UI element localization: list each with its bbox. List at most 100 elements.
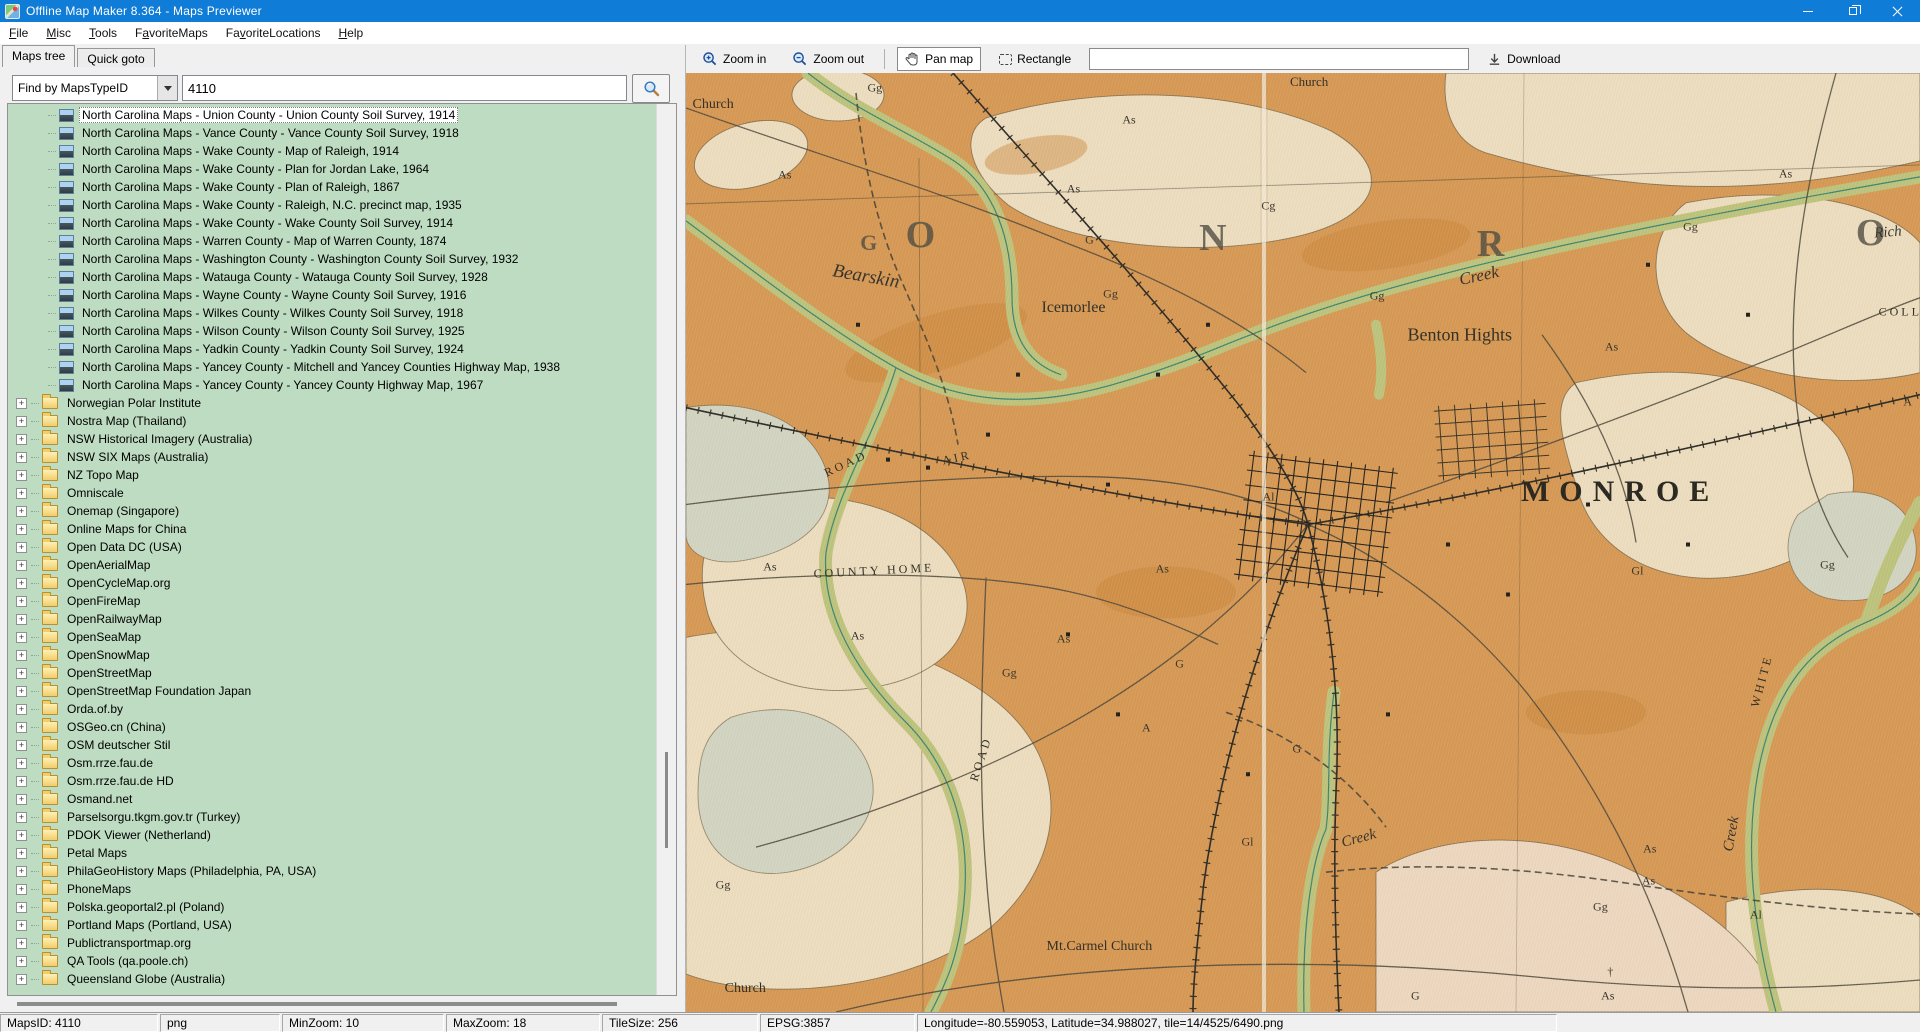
expand-plus-icon[interactable] [16,722,27,733]
tree-item[interactable]: PDOK Viewer (Netherland) [8,826,656,844]
expand-plus-icon[interactable] [16,812,27,823]
tree-item[interactable]: Portland Maps (Portland, USA) [8,916,656,934]
expand-plus-icon[interactable] [16,704,27,715]
tree-item[interactable]: OpenStreetMap Foundation Japan [8,682,656,700]
expand-plus-icon[interactable] [16,902,27,913]
tree-item[interactable]: OpenCycleMap.org [8,574,656,592]
expand-plus-icon[interactable] [16,668,27,679]
tree-item[interactable]: Omniscale [8,484,656,502]
tree-item[interactable]: North Carolina Maps - Yadkin County - Ya… [8,340,656,358]
tree-item[interactable]: North Carolina Maps - Wake County - Rale… [8,196,656,214]
tree-vertical-scrollbar[interactable] [656,104,676,995]
tree-item[interactable]: OSM deutscher Stil [8,736,656,754]
expand-plus-icon[interactable] [16,794,27,805]
zoom-out-button[interactable]: Zoom out [784,47,872,71]
tab[interactable]: Quick goto [77,48,154,67]
tree-item[interactable]: North Carolina Maps - Vance County - Van… [8,124,656,142]
zoom-in-button[interactable]: Zoom in [694,47,774,71]
tree-item[interactable]: North Carolina Maps - Wake County - Plan… [8,160,656,178]
search-input[interactable] [182,75,627,101]
expand-plus-icon[interactable] [16,866,27,877]
tree-item[interactable]: North Carolina Maps - Wake County - Wake… [8,214,656,232]
tree-item[interactable]: NZ Topo Map [8,466,656,484]
menu-item[interactable]: FavoriteLocations [217,22,330,44]
expand-plus-icon[interactable] [16,524,27,535]
tree-horizontal-scrollbar[interactable] [7,998,677,1010]
menu-item[interactable]: Help [330,22,373,44]
tree-item[interactable]: PhilaGeoHistory Maps (Philadelphia, PA, … [8,862,656,880]
horizontal-scroll-thumb[interactable] [17,1002,617,1006]
menu-item[interactable]: FavoriteMaps [126,22,217,44]
expand-plus-icon[interactable] [16,938,27,949]
expand-plus-icon[interactable] [16,614,27,625]
tree-item[interactable]: Publictransportmap.org [8,934,656,952]
expand-plus-icon[interactable] [16,650,27,661]
tree-item[interactable]: Online Maps for China [8,520,656,538]
expand-plus-icon[interactable] [16,560,27,571]
expand-plus-icon[interactable] [16,632,27,643]
tree-item[interactable]: OpenSnowMap [8,646,656,664]
pan-map-button[interactable]: Pan map [897,47,981,71]
expand-plus-icon[interactable] [16,506,27,517]
expand-plus-icon[interactable] [16,884,27,895]
tree-item[interactable]: OpenSeaMap [8,628,656,646]
map-preview[interactable]: ChurchChurchOGNROBearskinCreekIcemorleeB… [686,73,1920,1012]
expand-plus-icon[interactable] [16,596,27,607]
expand-plus-icon[interactable] [16,488,27,499]
tree-item[interactable]: Polska.geoportal2.pl (Poland) [8,898,656,916]
tree-item[interactable]: North Carolina Maps - Watauga County - W… [8,268,656,286]
tree-item[interactable]: Nostra Map (Thailand) [8,412,656,430]
expand-plus-icon[interactable] [16,776,27,787]
expand-plus-icon[interactable] [16,434,27,445]
tree-item[interactable]: North Carolina Maps - Wake County - Map … [8,142,656,160]
download-button[interactable]: Download [1479,48,1568,71]
tree-item[interactable]: Onemap (Singapore) [8,502,656,520]
expand-plus-icon[interactable] [16,920,27,931]
tree-item[interactable]: North Carolina Maps - Yancey County - Mi… [8,358,656,376]
tree-item[interactable]: North Carolina Maps - Wayne County - Way… [8,286,656,304]
tree-item[interactable]: OpenRailwayMap [8,610,656,628]
expand-plus-icon[interactable] [16,470,27,481]
find-mode-select[interactable]: Find by MapsTypeID [12,75,178,101]
expand-plus-icon[interactable] [16,578,27,589]
expand-plus-icon[interactable] [16,416,27,427]
search-button[interactable] [632,74,670,103]
expand-plus-icon[interactable] [16,848,27,859]
combo-dropdown-button[interactable] [157,76,177,100]
tree-item[interactable]: Petal Maps [8,844,656,862]
expand-plus-icon[interactable] [16,830,27,841]
tree-item[interactable]: Osmand.net [8,790,656,808]
tree-item[interactable]: North Carolina Maps - Yancey County - Ya… [8,376,656,394]
expand-plus-icon[interactable] [16,740,27,751]
expand-plus-icon[interactable] [16,974,27,985]
menu-item[interactable]: Tools [80,22,126,44]
minimize-button[interactable] [1785,0,1830,22]
tree-item[interactable]: OpenStreetMap [8,664,656,682]
restore-button[interactable] [1830,0,1875,22]
tree-item[interactable]: Queensland Globe (Australia) [8,970,656,988]
tree-item[interactable]: Orda.of.by [8,700,656,718]
expand-plus-icon[interactable] [16,758,27,769]
tree-item[interactable]: Osm.rrze.fau.de HD [8,772,656,790]
tree-item[interactable]: North Carolina Maps - Washington County … [8,250,656,268]
tree-item[interactable]: QA Tools (qa.poole.ch) [8,952,656,970]
menu-item[interactable]: Misc [37,22,80,44]
tree-item[interactable]: NSW Historical Imagery (Australia) [8,430,656,448]
tree-item[interactable]: NSW SIX Maps (Australia) [8,448,656,466]
expand-plus-icon[interactable] [16,956,27,967]
tree-item[interactable]: North Carolina Maps - Union County - Uni… [8,106,656,124]
tree-item[interactable]: North Carolina Maps - Wilkes County - Wi… [8,304,656,322]
tree-item[interactable]: PhoneMaps [8,880,656,898]
expand-plus-icon[interactable] [16,398,27,409]
expand-plus-icon[interactable] [16,542,27,553]
expand-plus-icon[interactable] [16,452,27,463]
menu-item[interactable]: File [0,22,37,44]
toolbar-input[interactable] [1089,48,1469,70]
tree-item[interactable]: Norwegian Polar Institute [8,394,656,412]
tree-item[interactable]: North Carolina Maps - Warren County - Ma… [8,232,656,250]
tree-item[interactable]: Parselsorgu.tkgm.gov.tr (Turkey) [8,808,656,826]
close-button[interactable] [1875,0,1920,22]
tree-item[interactable]: OpenFireMap [8,592,656,610]
tree-item[interactable]: OpenAerialMap [8,556,656,574]
tree-item[interactable]: Osm.rrze.fau.de [8,754,656,772]
